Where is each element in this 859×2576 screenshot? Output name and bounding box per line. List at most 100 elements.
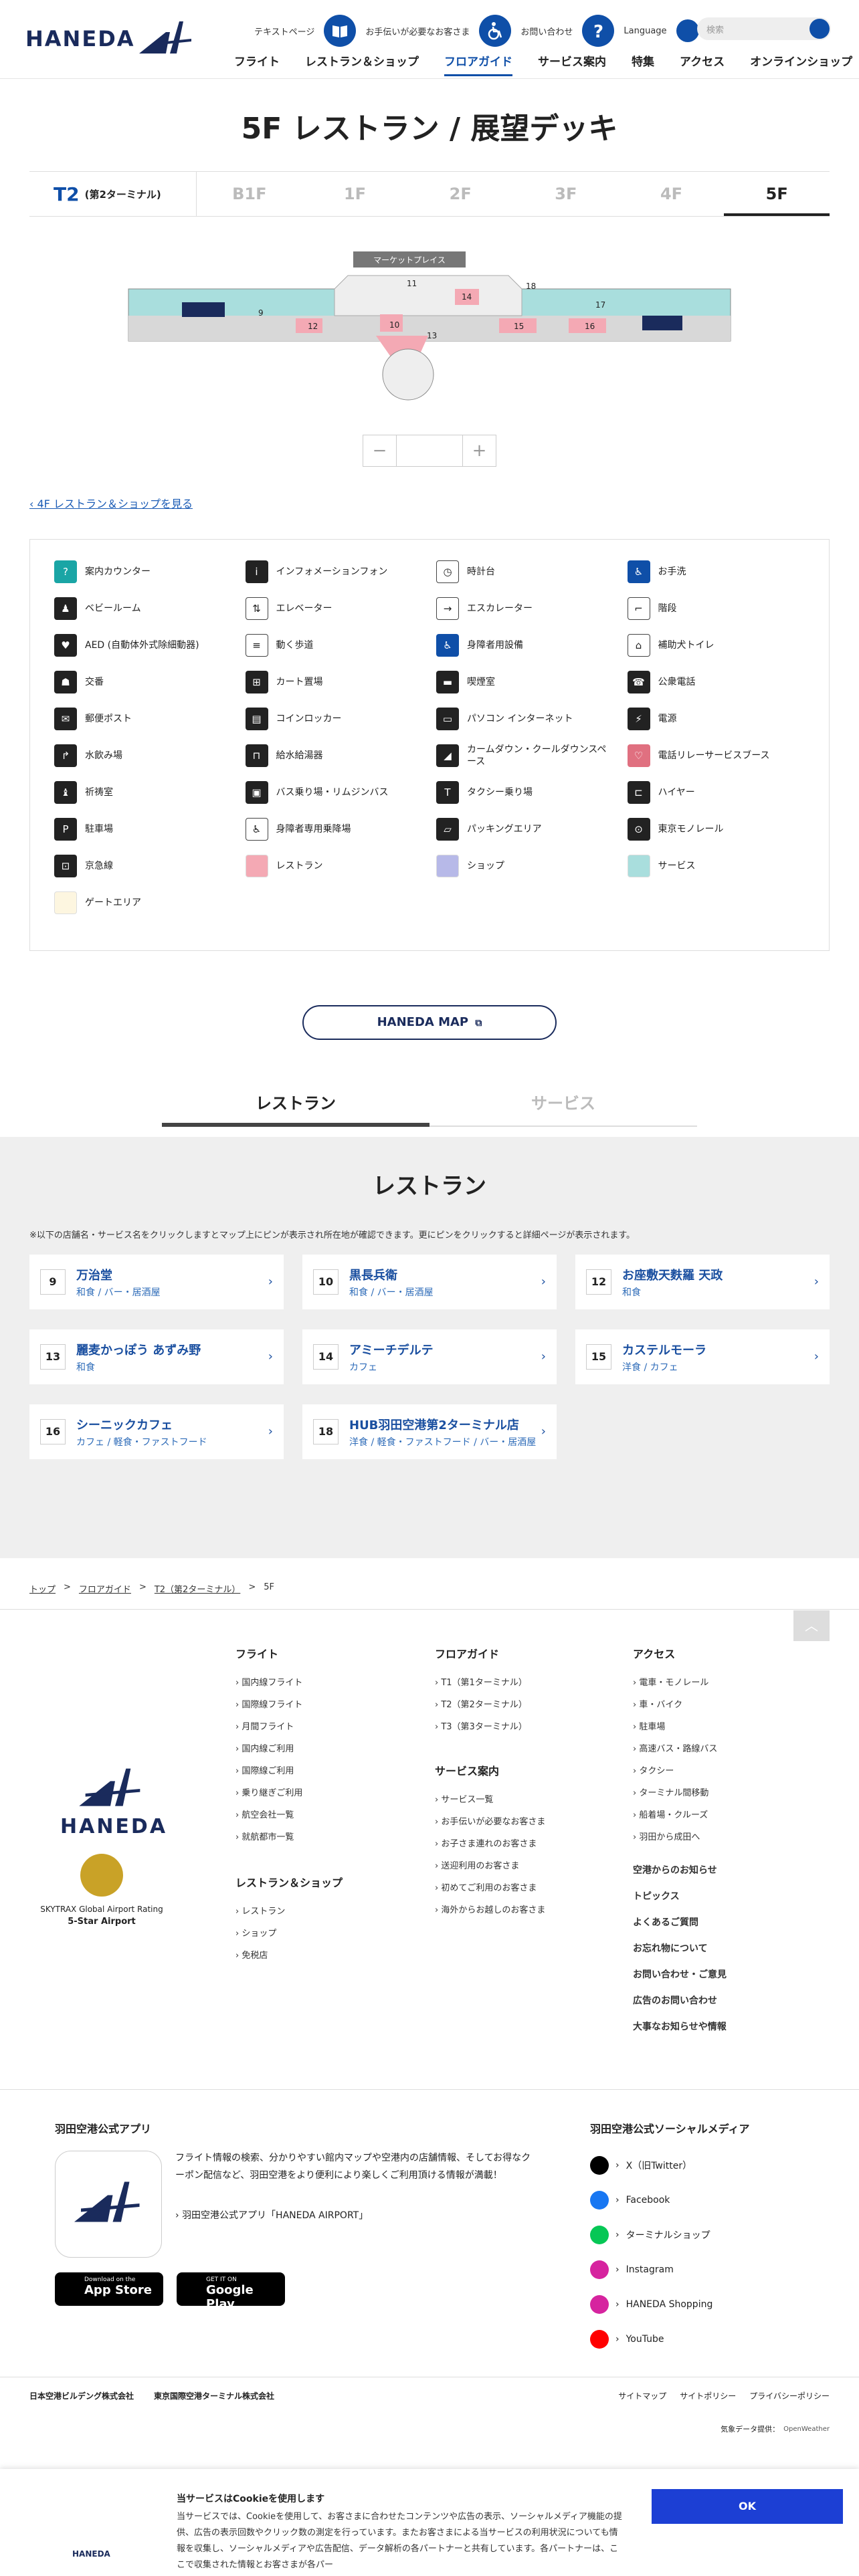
- footer-link[interactable]: T3（第3ターミナル）: [435, 1716, 545, 1738]
- search-icon[interactable]: [809, 19, 830, 39]
- social-link[interactable]: › HANEDA Shopping: [590, 2287, 818, 2322]
- zoom-out-button[interactable]: −: [363, 435, 397, 466]
- nav-floor-guide[interactable]: フロアガイド: [444, 52, 512, 76]
- wheelchair-icon[interactable]: [479, 15, 512, 47]
- zoom-in-button[interactable]: +: [463, 435, 496, 466]
- breadcrumb-floor-guide[interactable]: フロアガイド: [79, 1582, 131, 1595]
- globe-icon[interactable]: [676, 19, 699, 42]
- footer-link[interactable]: 広告のお問い合わせ: [633, 1988, 727, 2014]
- app-link[interactable]: › 羽田空港公式アプリ「HANEDA AIRPORT」: [175, 2208, 368, 2222]
- company-link-1[interactable]: 日本空港ビルデング株式会社: [29, 2390, 134, 2401]
- assistance-link[interactable]: お手伝いが必要なお客さま: [365, 25, 470, 37]
- footer-link[interactable]: 国内線ご利用: [235, 1738, 343, 1760]
- restaurant-card[interactable]: 13 麗麦かっぽう あずみ野 和食 ›: [29, 1329, 284, 1384]
- terminal-selector[interactable]: T2 (第2ターミナル): [29, 172, 197, 216]
- social-link[interactable]: › X（旧Twitter）: [590, 2148, 818, 2183]
- footer-link[interactable]: お子さま連れのお客さま: [435, 1833, 545, 1855]
- cookie-ok-button[interactable]: OK: [652, 2489, 843, 2524]
- tab-floor-4f[interactable]: 4F: [619, 172, 725, 216]
- company-link-2[interactable]: 東京国際空港ターミナル株式会社: [154, 2390, 274, 2401]
- tab-floor-5f[interactable]: 5F: [724, 172, 830, 216]
- floor-map[interactable]: マーケットプレイス 9 10 11 12 13 14 15 16 17 18: [127, 249, 732, 403]
- restaurant-card[interactable]: 16 シーニックカフェ カフェ / 軽食・ファストフード ›: [29, 1404, 284, 1459]
- footer-link[interactable]: お問い合わせ・ご意見: [633, 1962, 727, 1988]
- app-store-button[interactable]: Download on the App Store: [55, 2272, 163, 2306]
- nav-restaurant-shop[interactable]: レストラン＆ショップ: [305, 52, 419, 76]
- footer-link[interactable]: 初めてご利用のお客さま: [435, 1877, 545, 1899]
- footer-link[interactable]: お手伝いが必要なお客さま: [435, 1811, 545, 1833]
- nav-access[interactable]: アクセス: [680, 52, 725, 76]
- footer-link[interactable]: サービス一覧: [435, 1789, 545, 1811]
- language-link[interactable]: Language: [624, 26, 666, 36]
- tab-floor-3f[interactable]: 3F: [513, 172, 619, 216]
- nav-features[interactable]: 特集: [632, 52, 654, 76]
- footer-logo[interactable]: HANEDA: [60, 1765, 165, 1838]
- footer-link[interactable]: 国際線フライト: [235, 1694, 343, 1716]
- tab-floor-b1f[interactable]: B1F: [197, 172, 302, 216]
- footer-link[interactable]: ターミナル間移動: [633, 1782, 727, 1804]
- tab-service[interactable]: サービス: [430, 1090, 697, 1127]
- restaurant-card[interactable]: 18 HUB羽田空港第2ターミナル店 洋食 / 軽食・ファストフード / バー・居酒…: [302, 1404, 557, 1459]
- footer-link[interactable]: 就航都市一覧: [235, 1826, 343, 1848]
- social-link[interactable]: › Facebook: [590, 2183, 818, 2218]
- question-icon[interactable]: ?: [582, 15, 615, 47]
- restaurant-card[interactable]: 9 万治堂 和食 / バー・居酒屋 ›: [29, 1255, 284, 1309]
- breadcrumb-top[interactable]: トップ: [29, 1582, 56, 1595]
- footer-link[interactable]: よくあるご質問: [633, 1910, 727, 1936]
- tab-restaurant[interactable]: レストラン: [162, 1090, 430, 1127]
- footer-link[interactable]: トピックス: [633, 1884, 727, 1910]
- footer-link[interactable]: T2（第2ターミナル）: [435, 1694, 545, 1716]
- footer-link[interactable]: 羽田から成田へ: [633, 1826, 727, 1848]
- social-link[interactable]: › YouTube: [590, 2322, 818, 2357]
- contact-link[interactable]: お問い合わせ: [520, 25, 573, 37]
- back-to-top-button[interactable]: ︿: [793, 1610, 830, 1641]
- openweather-logo[interactable]: OpenWeather: [783, 2426, 830, 2433]
- search-input[interactable]: 検索: [697, 17, 831, 40]
- restaurant-card[interactable]: 14 アミーチデルテ カフェ ›: [302, 1329, 557, 1384]
- footer-link[interactable]: T1（第1ターミナル）: [435, 1672, 545, 1694]
- restaurant-name: 万治堂: [76, 1268, 112, 1283]
- footer-link[interactable]: レストラン: [235, 1901, 343, 1923]
- restaurant-card[interactable]: 10 黒長兵衛 和食 / バー・居酒屋 ›: [302, 1255, 557, 1309]
- restaurant-card[interactable]: 15 カステルモーラ 洋食 / カフェ ›: [575, 1329, 830, 1384]
- book-icon[interactable]: [324, 15, 357, 47]
- nav-online-shop[interactable]: オンラインショップ: [750, 52, 852, 76]
- tab-floor-1f[interactable]: 1F: [302, 172, 408, 216]
- search-placeholder: 検索: [706, 25, 725, 35]
- social-label: YouTube: [626, 2334, 664, 2345]
- footer-link[interactable]: 車・バイク: [633, 1694, 727, 1716]
- footer-link[interactable]: 電車・モノレール: [633, 1672, 727, 1694]
- back-to-4f-link[interactable]: ‹ 4F レストラン＆ショップを見る: [29, 495, 193, 511]
- footer-link[interactable]: タクシー: [633, 1760, 727, 1782]
- footer-link[interactable]: 航空会社一覧: [235, 1804, 343, 1826]
- footer-link[interactable]: 海外からお越しのお客さま: [435, 1899, 545, 1921]
- footer-link[interactable]: お忘れ物について: [633, 1936, 727, 1962]
- footer-link[interactable]: 月間フライト: [235, 1716, 343, 1738]
- site-policy-link[interactable]: サイトポリシー: [680, 2390, 736, 2401]
- footer-link[interactable]: 高速バス・路線バス: [633, 1738, 727, 1760]
- nav-flight[interactable]: フライト: [234, 52, 280, 76]
- footer-link[interactable]: ショップ: [235, 1923, 343, 1945]
- privacy-policy-link[interactable]: プライバシーポリシー: [749, 2390, 830, 2401]
- footer-link[interactable]: 駐車場: [633, 1716, 727, 1738]
- social-link[interactable]: › ターミナルショップ: [590, 2218, 818, 2252]
- social-link[interactable]: › Instagram: [590, 2252, 818, 2287]
- footer-link[interactable]: 乗り継ぎご利用: [235, 1782, 343, 1804]
- tab-floor-2f[interactable]: 2F: [407, 172, 513, 216]
- text-page-link[interactable]: テキストページ: [254, 25, 314, 37]
- footer-link[interactable]: 国内線フライト: [235, 1672, 343, 1694]
- sitemap-link[interactable]: サイトマップ: [618, 2390, 666, 2401]
- footer-link[interactable]: 国際線ご利用: [235, 1760, 343, 1782]
- footer-link[interactable]: 空港からのお知らせ: [633, 1858, 727, 1884]
- footer-link[interactable]: 大事なお知らせや情報: [633, 2014, 727, 2040]
- nav-services[interactable]: サービス案内: [538, 52, 606, 76]
- footer-link[interactable]: 船着場・クルーズ: [633, 1804, 727, 1826]
- breadcrumb-t2[interactable]: T2（第2ターミナル）: [155, 1582, 240, 1595]
- haneda-map-button[interactable]: HANEDA MAP ⧉: [302, 1005, 557, 1040]
- zoom-slider[interactable]: [397, 435, 463, 466]
- footer-link[interactable]: 送迎利用のお客さま: [435, 1855, 545, 1877]
- google-play-button[interactable]: GET IT ON Google Play: [177, 2272, 285, 2311]
- restaurant-card[interactable]: 12 お座敷天麩羅 天政 和食 ›: [575, 1255, 830, 1309]
- footer-link[interactable]: 免税店: [235, 1945, 343, 1967]
- haneda-logo[interactable]: HANEDA: [25, 19, 193, 59]
